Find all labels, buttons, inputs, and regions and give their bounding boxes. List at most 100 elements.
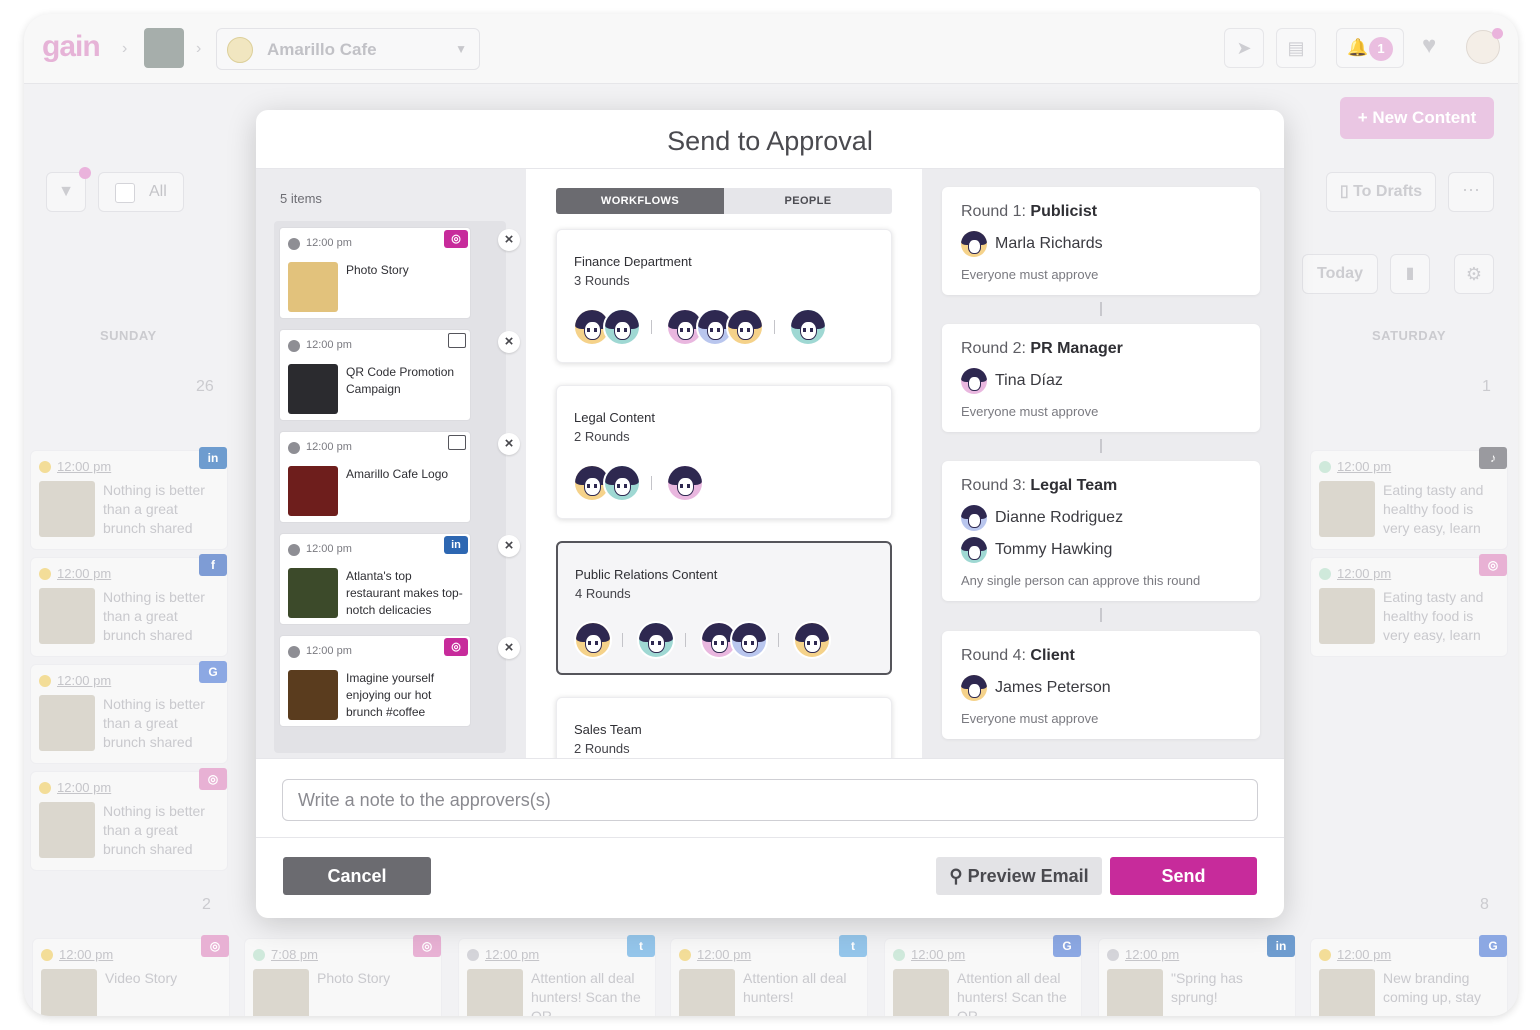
round-connector (1100, 439, 1102, 453)
divider (622, 633, 623, 647)
selected-items-list: 12:00 pm ◎ Photo Story × 12:00 pm QR Code Pro… (274, 221, 520, 753)
workflows-panel: WORKFLOWS PEOPLE Finance Department 3 Rou… (526, 169, 922, 758)
status-dot (288, 442, 300, 454)
round-role: Publicist (1030, 203, 1098, 220)
item-title: Photo Story (346, 263, 409, 277)
selected-item-card[interactable]: 12:00 pm Amarillo Cafe Logo (279, 431, 471, 523)
round-approval-rule: Everyone must approve (961, 404, 1099, 419)
item-time: 12:00 pm (306, 339, 352, 351)
avatar-eyes (680, 327, 690, 332)
approver-name: Tommy Hawking (995, 541, 1113, 558)
round-title: Round 2: PR Manager (961, 340, 1123, 358)
approver-avatar (793, 621, 831, 659)
round-role: PR Manager (1030, 340, 1123, 357)
tab-workflows[interactable]: WORKFLOWS (556, 188, 724, 214)
note-section (256, 758, 1284, 838)
round-connector (1100, 302, 1102, 316)
round-title: Round 3: Legal Team (961, 477, 1117, 495)
approver-avatar (961, 537, 987, 563)
round-number: Round 4: (961, 647, 1026, 664)
tab-people[interactable]: PEOPLE (724, 188, 892, 214)
approval-round-card: Round 1: Publicist Marla Richards Everyone… (942, 187, 1260, 295)
avatar-face (967, 513, 981, 528)
avatar-eyes (651, 640, 661, 645)
item-title: Imagine yourself enjoying our hot brunch… (346, 671, 435, 719)
avatar-face (967, 545, 981, 560)
approver-avatar (961, 368, 987, 394)
approver-name: Marla Richards (995, 235, 1103, 252)
approver-avatar (961, 231, 987, 257)
item-thumbnail (288, 670, 338, 720)
item-title: QR Code Promotion Campaign (346, 365, 455, 396)
remove-item-close-icon[interactable]: × (498, 229, 520, 251)
workflow-card[interactable]: Legal Content 2 Rounds (556, 385, 892, 519)
divider (651, 320, 652, 334)
approver-avatar (637, 621, 675, 659)
remove-item-close-icon[interactable]: × (498, 535, 520, 557)
approval-round-card: Round 2: PR Manager Tina Díaz Everyone mus… (942, 324, 1260, 432)
linkedin-icon: in (444, 536, 468, 554)
remove-item-close-icon[interactable]: × (498, 331, 520, 353)
send-to-approval-modal: Send to Approval 5 items 12:00 pm ◎ Photo … (256, 110, 1284, 918)
workflow-name: Sales Team (574, 722, 642, 737)
round-approval-rule: Any single person can approve this round (961, 573, 1201, 588)
selected-item-card[interactable]: 12:00 pm QR Code Promotion Campaign (279, 329, 471, 421)
selected-item-card[interactable]: 12:00 pm ◎ Photo Story (279, 227, 471, 319)
workflow-avatars (573, 308, 827, 348)
selected-items-panel: 5 items 12:00 pm ◎ Photo Story × 12:00 pm QR … (256, 169, 526, 758)
item-time: 12:00 pm (306, 543, 352, 555)
avatar-eyes (587, 483, 597, 488)
approver-avatar (574, 621, 612, 659)
round-approval-rule: Everyone must approve (961, 267, 1099, 282)
approver-avatar (666, 464, 704, 502)
workflow-card[interactable]: Finance Department 3 Rounds (556, 229, 892, 363)
approver-name: James Peterson (995, 679, 1111, 696)
workflow-card[interactable]: Sales Team 2 Rounds (556, 697, 892, 758)
status-dot (288, 340, 300, 352)
approver-avatar (789, 308, 827, 346)
avatar-eyes (807, 640, 817, 645)
approver-note-input[interactable] (282, 779, 1258, 821)
cancel-button[interactable]: Cancel (283, 857, 431, 895)
search-icon: ⚲ (949, 866, 963, 886)
preview-email-button[interactable]: ⚲ Preview Email (936, 857, 1102, 895)
round-title: Round 4: Client (961, 647, 1075, 665)
round-connector (1100, 608, 1102, 622)
round-number: Round 3: (961, 477, 1026, 494)
preview-email-label: Preview Email (967, 866, 1089, 886)
selected-item-card[interactable]: 12:00 pm in Atlanta's top restaurant makes… (279, 533, 471, 625)
send-button[interactable]: Send (1110, 857, 1257, 895)
remove-item-close-icon[interactable]: × (498, 637, 520, 659)
item-time: 12:00 pm (306, 237, 352, 249)
instagram-icon: ◎ (444, 638, 468, 656)
round-role: Legal Team (1030, 477, 1118, 494)
item-thumbnail (288, 466, 338, 516)
workflow-rounds: 4 Rounds (575, 586, 631, 601)
round-approval-rule: Everyone must approve (961, 711, 1099, 726)
avatar-eyes (617, 327, 627, 332)
workflow-people-toggle: WORKFLOWS PEOPLE (556, 188, 892, 214)
items-count: 5 items (280, 191, 322, 206)
item-thumbnail (288, 568, 338, 618)
avatar-eyes (710, 327, 720, 332)
avatar-eyes (617, 483, 627, 488)
workflow-rounds: 2 Rounds (574, 741, 630, 756)
item-time: 12:00 pm (306, 645, 352, 657)
workflow-avatars (574, 621, 831, 661)
approver-avatar (730, 621, 768, 659)
remove-item-close-icon[interactable]: × (498, 433, 520, 455)
avatar-face (967, 376, 981, 391)
divider (774, 320, 775, 334)
workflow-name: Finance Department (574, 254, 692, 269)
avatar-face (967, 683, 981, 698)
avatar-face (967, 239, 981, 254)
approver-name: Tina Díaz (995, 372, 1063, 389)
approval-rounds-panel: Round 1: Publicist Marla Richards Everyone… (922, 169, 1284, 758)
divider (685, 633, 686, 647)
workflow-name: Legal Content (574, 410, 655, 425)
approval-round-card: Round 3: Legal Team Dianne Rodriguez Tommy… (942, 461, 1260, 601)
item-title: Atlanta's top restaurant makes top-notch… (346, 569, 463, 617)
workflow-card[interactable]: Public Relations Content 4 Rounds (556, 541, 892, 675)
selected-item-card[interactable]: 12:00 pm ◎ Imagine yourself enjoying our h… (279, 635, 471, 727)
avatar-eyes (714, 640, 724, 645)
